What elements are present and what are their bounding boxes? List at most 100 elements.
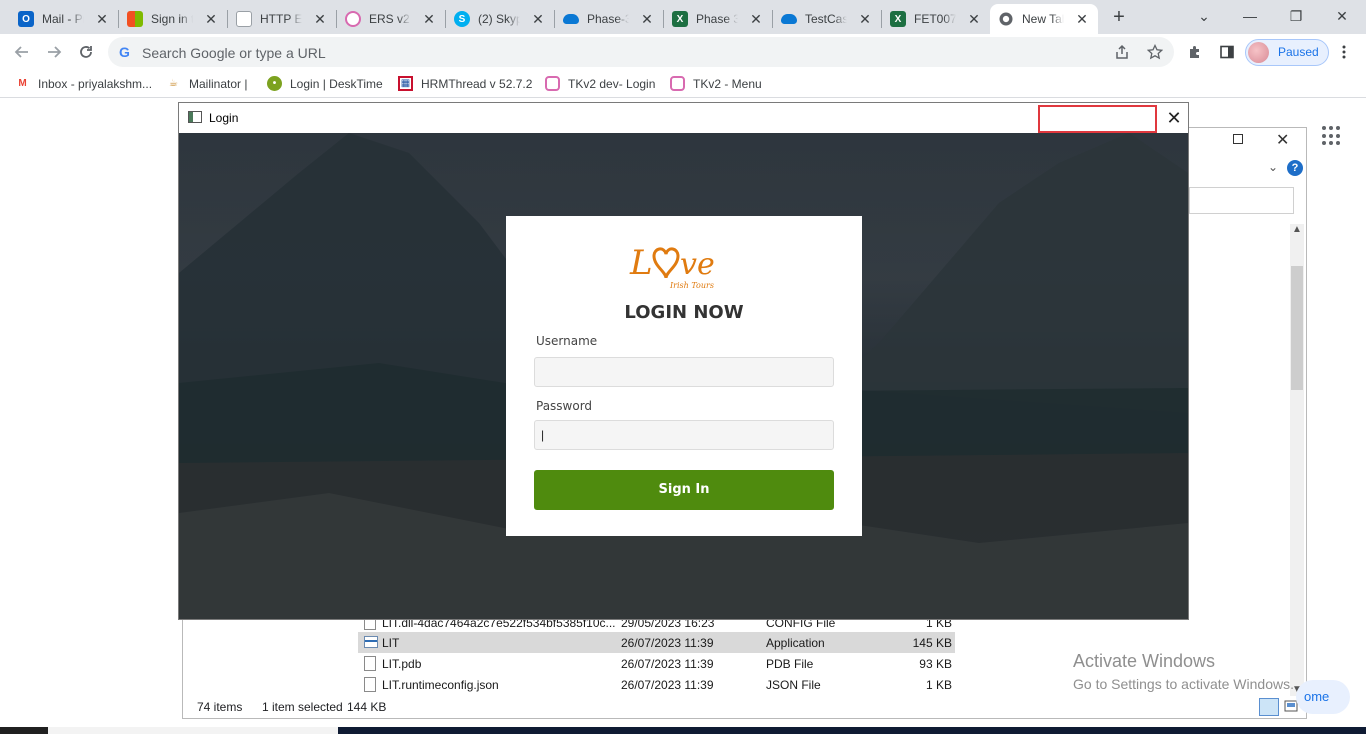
file-name: LIT.runtimeconfig.json <box>382 678 499 692</box>
help-icon[interactable]: ? <box>1287 160 1303 176</box>
tab-fet0074[interactable]: X FET0074 ✕ <box>882 4 990 34</box>
arrow-left-icon <box>14 46 28 58</box>
maximize-icon[interactable] <box>1233 134 1243 144</box>
profile-button[interactable]: Paused <box>1245 39 1329 66</box>
bookmark-tkv2-menu[interactable]: TKv2 - Menu <box>670 76 762 91</box>
tab-label: Phase-3 <box>587 12 629 26</box>
username-input[interactable] <box>534 357 834 387</box>
scrollbar-thumb[interactable] <box>1291 266 1303 390</box>
bookmark-label: TKv2 - Menu <box>693 76 762 91</box>
tab-phase-3-onedrive[interactable]: Phase-3 ✕ <box>555 4 663 34</box>
close-button[interactable]: ✕ <box>1163 107 1185 129</box>
address-bar[interactable]: G Search Google or type a URL <box>108 37 1174 67</box>
minimize-button[interactable]: — <box>1238 4 1262 28</box>
highlight-box <box>1038 105 1157 133</box>
chrome-customize-chip[interactable]: ome <box>1296 680 1350 714</box>
close-icon[interactable]: ✕ <box>421 11 437 27</box>
bookmark-star-icon[interactable] <box>1147 44 1163 60</box>
chrome-menu-button[interactable] <box>1332 40 1356 64</box>
excel-icon: X <box>672 11 688 27</box>
file-icon <box>364 677 376 692</box>
browser-toolbar: G Search Google or type a URL Paused <box>0 34 1366 70</box>
tab-ers[interactable]: ERS v2 - ✕ <box>337 4 445 34</box>
bookmark-inbox[interactable]: M Inbox - priyalakshm... <box>15 76 152 91</box>
close-icon[interactable]: ✕ <box>857 11 873 27</box>
hrm-icon: ▦ <box>398 76 413 91</box>
file-type: PDB File <box>766 657 814 671</box>
file-name: LIT <box>382 636 400 650</box>
close-icon[interactable]: ✕ <box>203 11 219 27</box>
excel-icon: X <box>890 11 906 27</box>
taskbar-search[interactable] <box>48 727 338 734</box>
tkv2-icon <box>545 76 560 91</box>
reload-icon <box>80 46 92 58</box>
file-row[interactable]: LIT 26/07/2023 11:39 Application 145 KB <box>358 632 955 653</box>
desktime-icon: • <box>267 76 282 91</box>
google-apps-icon[interactable] <box>1322 126 1342 146</box>
close-icon[interactable]: ✕ <box>1074 11 1090 27</box>
close-icon[interactable]: ✕ <box>94 11 110 27</box>
tab-skype[interactable]: S (2) Skyp ✕ <box>446 4 554 34</box>
chevron-down-icon[interactable]: ⌄ <box>1268 160 1278 174</box>
status-selection-size: 144 KB <box>347 700 387 714</box>
bookmark-mailinator[interactable]: ☕ Mailinator | <box>166 76 247 91</box>
back-button[interactable] <box>10 40 34 64</box>
file-row[interactable]: LIT.runtimeconfig.json 26/07/2023 11:39 … <box>358 674 955 695</box>
tab-sign-in[interactable]: Sign in t ✕ <box>119 4 227 34</box>
tab-label: (2) Skyp <box>478 12 520 26</box>
bookmark-label: TKv2 dev- Login <box>568 76 656 91</box>
file-icon <box>364 656 376 671</box>
onedrive-icon <box>563 14 579 24</box>
tab-testcase[interactable]: TestCase ✕ <box>773 4 881 34</box>
tab-label: New Tab <box>1022 12 1064 26</box>
share-icon[interactable] <box>1114 44 1130 60</box>
forward-button[interactable] <box>42 40 66 64</box>
bookmark-tkv2-login[interactable]: TKv2 dev- Login <box>545 76 655 91</box>
tab-new-tab[interactable]: New Tab ✕ <box>990 4 1098 34</box>
chevron-down-icon: ⌄ <box>1198 8 1210 24</box>
close-icon[interactable]: ✕ <box>748 11 764 27</box>
tab-label: HTTP Er <box>260 12 302 26</box>
close-icon[interactable]: ✕ <box>966 11 982 27</box>
tab-search-button[interactable]: ⌄ <box>1192 4 1216 28</box>
close-icon[interactable]: ✕ <box>1276 130 1289 150</box>
password-input[interactable]: | <box>534 420 834 450</box>
taskbar <box>0 727 1366 734</box>
file-date: 26/07/2023 11:39 <box>621 678 714 692</box>
close-icon[interactable]: ✕ <box>639 11 655 27</box>
profile-status: Paused <box>1278 45 1319 59</box>
explorer-search-input[interactable] <box>1189 187 1294 214</box>
file-size: 1 KB <box>925 678 952 692</box>
file-type: Application <box>766 636 825 650</box>
puzzle-icon <box>1190 46 1199 58</box>
status-selection: 1 item selected <box>262 700 343 714</box>
reload-button[interactable] <box>74 40 98 64</box>
details-view-icon[interactable] <box>1259 698 1279 716</box>
sign-in-button[interactable]: Sign In <box>534 470 834 510</box>
tab-label: Phase 3 <box>696 12 738 26</box>
explorer-scrollbar[interactable]: ▲ ▼ <box>1290 224 1304 696</box>
tab-mail[interactable]: O Mail - Pr ✕ <box>10 4 118 34</box>
restore-button[interactable]: ❐ <box>1284 4 1308 28</box>
address-bar-placeholder: Search Google or type a URL <box>142 45 326 61</box>
close-window-button[interactable]: ✕ <box>1330 4 1354 28</box>
tab-phase-3-excel[interactable]: X Phase 3 ✕ <box>664 4 772 34</box>
close-icon[interactable]: ✕ <box>530 11 546 27</box>
bookmark-desktime[interactable]: • Login | DeskTime <box>267 76 383 91</box>
bookmark-hrmthread[interactable]: ▦ HRMThread v 52.7.2 <box>398 76 532 91</box>
minimize-icon: — <box>1243 8 1257 24</box>
new-tab-button[interactable]: + <box>1108 6 1130 28</box>
love-irish-tours-logo: L ve Irish Tours <box>629 243 715 290</box>
document-icon <box>236 11 252 27</box>
close-icon[interactable]: ✕ <box>312 11 328 27</box>
svg-text:L: L <box>629 243 653 283</box>
file-row[interactable]: LIT.pdb 26/07/2023 11:39 PDB File 93 KB <box>358 653 955 674</box>
side-panel-button[interactable] <box>1215 40 1239 64</box>
login-background: L ve Irish Tours LOGIN NOW Username Pass… <box>179 133 1188 619</box>
password-label: Password <box>536 399 593 413</box>
chevron-up-icon[interactable]: ▲ <box>1291 224 1303 236</box>
tab-http-error[interactable]: HTTP Er ✕ <box>228 4 336 34</box>
extensions-button[interactable] <box>1183 40 1207 64</box>
bookmark-label: Login | DeskTime <box>290 76 383 91</box>
start-area[interactable] <box>0 727 48 734</box>
